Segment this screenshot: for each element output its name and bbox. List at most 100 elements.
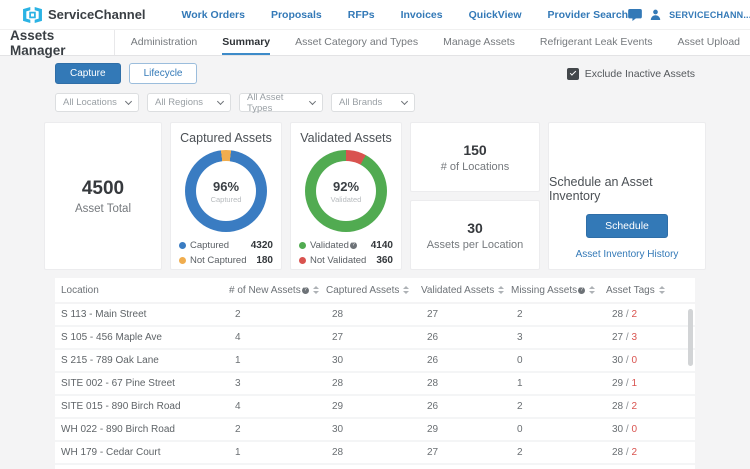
nav-link-proposals[interactable]: Proposals bbox=[271, 9, 322, 21]
asset-total-label: Asset Total bbox=[75, 203, 131, 215]
table-row[interactable]: S 215 - 789 Oak Lane13026030 / 0 bbox=[55, 350, 695, 373]
tab-manage-assets[interactable]: Manage Assets bbox=[443, 30, 515, 55]
asset-inventory-history-link[interactable]: Asset Inventory History bbox=[576, 249, 679, 260]
legend-value: 4140 bbox=[371, 240, 393, 251]
legend-dot bbox=[179, 242, 186, 249]
tab-asset-upload[interactable]: Asset Upload bbox=[678, 30, 740, 55]
filter-all-locations[interactable]: All Locations bbox=[55, 93, 139, 112]
donut-hole: 96%Captured bbox=[196, 161, 256, 221]
captured-assets-card: Captured Assets96%CapturedCaptured4320No… bbox=[170, 122, 282, 270]
locations-card: 150 # of Locations bbox=[410, 122, 540, 192]
column-header-validated-assets[interactable]: Validated Assets bbox=[421, 285, 511, 296]
capture-button[interactable]: Capture bbox=[55, 63, 121, 84]
sort-icon[interactable] bbox=[498, 286, 504, 294]
filter-all-regions[interactable]: All Regions bbox=[147, 93, 231, 112]
asset-tags-missing: 1 bbox=[631, 378, 637, 389]
cell-validated-assets: 26 bbox=[421, 355, 511, 366]
filter-all-brands[interactable]: All Brands bbox=[331, 93, 415, 112]
table-row[interactable]: S 113 - Main Street22827228 / 2 bbox=[55, 304, 695, 327]
sort-icon[interactable] bbox=[403, 286, 409, 294]
filter-value: All Asset Types bbox=[247, 92, 310, 114]
legend-item-not-validated: Not Validated360 bbox=[299, 253, 393, 268]
table-row[interactable]: SITE 015 - 890 Birch Road42926228 / 2 bbox=[55, 396, 695, 419]
table-row[interactable]: WH 179 - Cedar Court12827228 / 2 bbox=[55, 442, 695, 465]
cell-validated-assets: 26 bbox=[421, 332, 511, 343]
cell-captured-assets: 27 bbox=[326, 332, 421, 343]
cell-location: SITE 002 - 67 Pine Street bbox=[61, 378, 229, 389]
cell-asset-tags: 28 / 2 bbox=[606, 447, 695, 458]
cell-validated-assets: 26 bbox=[421, 401, 511, 412]
donut-center-label: Captured bbox=[211, 195, 242, 204]
filter-value: All Locations bbox=[63, 97, 117, 108]
cell-validated-assets: 27 bbox=[421, 447, 511, 458]
chat-icon[interactable] bbox=[628, 9, 642, 21]
nav-link-quickview[interactable]: QuickView bbox=[469, 9, 522, 21]
nav-link-provider-search[interactable]: Provider Search bbox=[548, 9, 629, 21]
brand-logo[interactable]: ServiceChannel bbox=[23, 7, 146, 23]
tab-administration[interactable]: Administration bbox=[131, 30, 198, 55]
nav-link-work-orders[interactable]: Work Orders bbox=[182, 9, 245, 21]
legend-label: Captured bbox=[190, 240, 229, 251]
table-row[interactable]: WH 022 - 890 Birch Road23029030 / 0 bbox=[55, 419, 695, 442]
donut-center-value: 96% bbox=[213, 179, 239, 194]
cell-captured-assets: 28 bbox=[326, 378, 421, 389]
table-scrollbar[interactable] bbox=[688, 309, 693, 366]
cell-new-assets: 4 bbox=[229, 401, 326, 412]
table-row[interactable]: SITE 002 - 67 Pine Street32828129 / 1 bbox=[55, 373, 695, 396]
asset-tags-total: 28 bbox=[612, 401, 623, 412]
cell-new-assets: 4 bbox=[229, 332, 326, 343]
assets-manager-screen: ServiceChannel Work Orders Proposals RFPs I… bbox=[0, 0, 750, 469]
info-icon[interactable]: ? bbox=[350, 242, 357, 249]
captured-assets-title: Captured Assets bbox=[180, 131, 272, 145]
validated-assets-donut-chart: 92%Validated bbox=[305, 150, 387, 232]
column-label: Validated Assets bbox=[421, 285, 494, 296]
nav-link-rfps[interactable]: RFPs bbox=[348, 9, 375, 21]
cell-new-assets: 3 bbox=[229, 378, 326, 389]
sort-icon[interactable] bbox=[313, 286, 319, 294]
schedule-button[interactable]: Schedule bbox=[586, 214, 668, 238]
cell-validated-assets: 28 bbox=[421, 378, 511, 389]
schedule-inventory-card: Schedule an Asset Inventory Schedule Ass… bbox=[548, 122, 706, 270]
kpi-stack: 150 # of Locations 30 Assets per Locatio… bbox=[410, 122, 540, 270]
sort-icon[interactable] bbox=[589, 286, 595, 294]
column-header-missing-assets[interactable]: Missing Assets? bbox=[511, 285, 606, 296]
nav-link-invoices[interactable]: Invoices bbox=[401, 9, 443, 21]
exclude-inactive-checkbox[interactable] bbox=[567, 68, 579, 80]
legend-value: 180 bbox=[256, 255, 273, 266]
chevron-down-icon bbox=[125, 98, 132, 105]
donut-legend: Validated?4140Not Validated360 bbox=[299, 238, 393, 268]
cell-validated-assets: 27 bbox=[421, 309, 511, 320]
asset-tags-missing: 2 bbox=[631, 447, 637, 458]
cell-missing-assets: 1 bbox=[511, 378, 606, 389]
cell-asset-tags: 27 / 3 bbox=[606, 332, 695, 343]
validated-assets-card: Validated Assets92%ValidatedValidated?41… bbox=[290, 122, 402, 270]
tab-summary[interactable]: Summary bbox=[222, 30, 270, 55]
main-nav: Work Orders Proposals RFPs Invoices QuickVie… bbox=[182, 9, 629, 21]
tab-refrigerant-leak-events[interactable]: Refrigerant Leak Events bbox=[540, 30, 653, 55]
lifecycle-button[interactable]: Lifecycle bbox=[129, 63, 198, 84]
asset-tags-total: 28 bbox=[612, 447, 623, 458]
account-menu[interactable]: SERVICECHANN... bbox=[669, 10, 750, 20]
table-row[interactable]: WH 505 - 321 Elm Street02929129 / 1 bbox=[55, 465, 695, 469]
chevron-down-icon bbox=[309, 98, 316, 105]
info-icon[interactable]: ? bbox=[578, 287, 585, 294]
user-icon[interactable] bbox=[650, 9, 661, 20]
column-header-of-new-assets[interactable]: # of New Assets? bbox=[229, 285, 326, 296]
info-icon[interactable]: ? bbox=[302, 287, 309, 294]
column-header-asset-tags[interactable]: Asset Tags bbox=[606, 285, 695, 296]
page-title: Assets Manager bbox=[10, 30, 115, 55]
servicechannel-logo-icon bbox=[23, 7, 42, 23]
sort-icon[interactable] bbox=[659, 286, 665, 294]
validated-assets-title: Validated Assets bbox=[300, 131, 392, 145]
topbar-right: SERVICECHANN... bbox=[628, 9, 750, 21]
cell-location: S 113 - Main Street bbox=[61, 309, 229, 320]
table-row[interactable]: S 105 - 456 Maple Ave42726327 / 3 bbox=[55, 327, 695, 350]
brand-name: ServiceChannel bbox=[48, 7, 146, 22]
cell-location: S 105 - 456 Maple Ave bbox=[61, 332, 229, 343]
exclude-inactive-toggle[interactable]: Exclude Inactive Assets bbox=[567, 68, 695, 80]
tab-asset-category-and-types[interactable]: Asset Category and Types bbox=[295, 30, 418, 55]
assets-per-location-card: 30 Assets per Location bbox=[410, 200, 540, 270]
asset-tags-total: 29 bbox=[612, 378, 623, 389]
filter-all-asset-types[interactable]: All Asset Types bbox=[239, 93, 323, 112]
column-header-captured-assets[interactable]: Captured Assets bbox=[326, 285, 421, 296]
